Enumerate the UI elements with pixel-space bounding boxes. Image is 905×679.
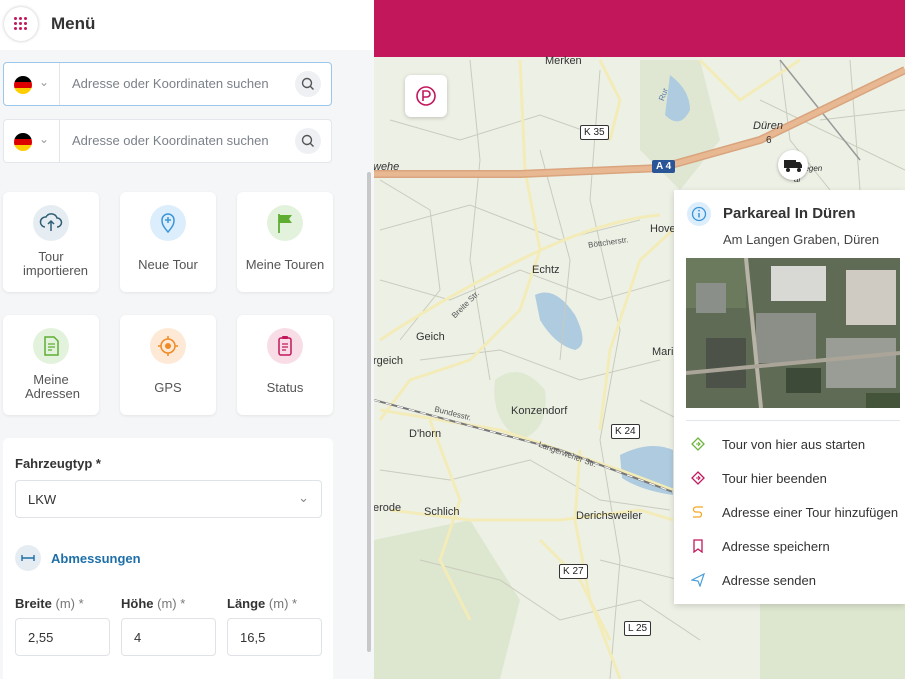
height-label: Höhe (m) * (121, 596, 186, 611)
vehicle-type-value: LKW (28, 492, 57, 507)
action-end-tour[interactable]: Tour hier beenden (674, 464, 905, 494)
map-label-schlich: Schlich (424, 506, 460, 518)
length-field[interactable]: 16,5 (227, 618, 322, 656)
vehicle-type-select[interactable]: LKW ⌄ (15, 480, 322, 518)
width-field[interactable]: 2,55 (15, 618, 110, 656)
map-label-konzendorf: Konzendorf (511, 405, 568, 417)
menu-header: Menü (0, 0, 374, 50)
tile-label: Tour importieren (23, 249, 89, 278)
map-label-dhorn: D'horn (409, 428, 442, 440)
search-icon (301, 134, 314, 147)
germany-flag-icon[interactable] (14, 76, 32, 94)
search-bar-end: ⌄ (3, 119, 332, 163)
tile-label: Neue Tour (138, 257, 198, 272)
action-label: Tour von hier aus starten (722, 437, 866, 452)
apps-grid-icon (14, 17, 28, 31)
tile-label: GPS (154, 380, 182, 395)
dimensions-label: Abmessungen (51, 551, 141, 566)
map-label-derichsweiler: Derichsweiler (576, 510, 643, 522)
add-location-icon (150, 205, 186, 241)
tile-label: Meine Touren (245, 257, 325, 272)
search-button[interactable] (295, 71, 321, 97)
vehicle-form: Fahrzeugtyp * LKW ⌄ Abmessungen Breite (… (3, 438, 333, 679)
truck-parking-marker[interactable] (778, 150, 808, 180)
tile-my-addresses[interactable]: Meine Adressen (3, 315, 99, 415)
menu-title: Menü (51, 14, 96, 33)
action-add-to-tour[interactable]: Adresse einer Tour hinzufügen (674, 498, 905, 528)
map-label-mari: Mari (652, 346, 674, 358)
action-label: Adresse einer Tour hinzufügen (722, 505, 899, 520)
map-label-rgeich: rgeich (374, 355, 403, 367)
map-label-dueren-six: 6 (766, 135, 772, 146)
document-icon (33, 328, 69, 364)
map-label-hove: Hove (650, 223, 676, 235)
search-input-end[interactable] (70, 132, 284, 149)
sidebar-scrollbar[interactable] (367, 172, 371, 652)
tile-gps[interactable]: GPS (120, 315, 216, 415)
chevron-down-icon[interactable]: ⌄ (39, 75, 49, 89)
tile-my-tours[interactable]: Meine Touren (237, 192, 333, 292)
menu-button[interactable] (4, 7, 38, 41)
tile-label: Status (266, 380, 304, 395)
search-bar-start: ⌄ (3, 62, 332, 106)
action-send-address[interactable]: Adresse senden (674, 566, 905, 596)
road-shield-k35: K 35 (580, 125, 609, 140)
search-button[interactable] (295, 128, 321, 154)
popup-divider (686, 420, 900, 421)
popup-address: Am Langen Graben, Düren (723, 232, 880, 247)
tile-status[interactable]: Status (237, 315, 333, 415)
map-label-wehe: wehe (374, 161, 400, 173)
location-popup: Parkareal In Düren Am Langen Graben, Dür… (674, 190, 905, 604)
parking-icon (416, 86, 436, 106)
search-input-start[interactable] (70, 75, 284, 92)
popup-title: Parkareal In Düren (723, 205, 856, 222)
length-label: Länge (m) * (227, 596, 298, 611)
width-label: Breite (m) * (15, 596, 84, 611)
route-add-icon (692, 506, 703, 518)
map-label-erode: erode (374, 502, 402, 514)
search-icon (301, 77, 314, 90)
end-diamond-icon (691, 471, 705, 485)
chevron-down-icon: ⌄ (298, 490, 309, 505)
germany-flag-icon[interactable] (14, 133, 32, 151)
flag-icon (267, 205, 303, 241)
send-icon (691, 573, 705, 587)
road-shield-k24: K 24 (611, 424, 640, 439)
action-label: Adresse senden (722, 573, 816, 588)
road-shield-a4: A 4 (652, 160, 676, 173)
map-label-geich: Geich (416, 331, 445, 343)
satellite-image (685, 257, 901, 409)
info-icon (687, 202, 711, 226)
truck-icon (784, 160, 802, 172)
vehicle-type-label: Fahrzeugtyp * (15, 456, 101, 471)
action-label: Tour hier beenden (722, 471, 827, 486)
ruler-icon (15, 545, 41, 571)
tile-new-tour[interactable]: Neue Tour (120, 192, 216, 292)
height-field[interactable]: 4 (121, 618, 216, 656)
start-diamond-icon (691, 437, 705, 451)
map-label-merken: Merken (545, 55, 582, 67)
action-label: Adresse speichern (722, 539, 830, 554)
map-top-bar (374, 0, 905, 57)
tile-label: Meine Adressen (25, 372, 80, 401)
parking-filter-button[interactable] (405, 75, 447, 117)
bookmark-icon (693, 539, 703, 553)
action-start-tour[interactable]: Tour von hier aus starten (674, 430, 905, 460)
gps-target-icon (150, 328, 186, 364)
clipboard-icon (267, 328, 303, 364)
map-label-dueren: Düren (753, 120, 783, 132)
action-save-address[interactable]: Adresse speichern (674, 532, 905, 562)
road-shield-l25: L 25 (624, 621, 652, 636)
tile-tour-import[interactable]: Tour importieren (3, 192, 99, 292)
road-shield-k27: K 27 (559, 564, 588, 579)
chevron-down-icon[interactable]: ⌄ (39, 132, 49, 146)
sidebar: Menü ⌄ ⌄ Tour importieren Neue T (0, 0, 374, 679)
upload-cloud-icon (33, 205, 69, 241)
map-label-echtz: Echtz (532, 264, 560, 276)
dimensions-toggle[interactable]: Abmessungen (15, 545, 215, 573)
